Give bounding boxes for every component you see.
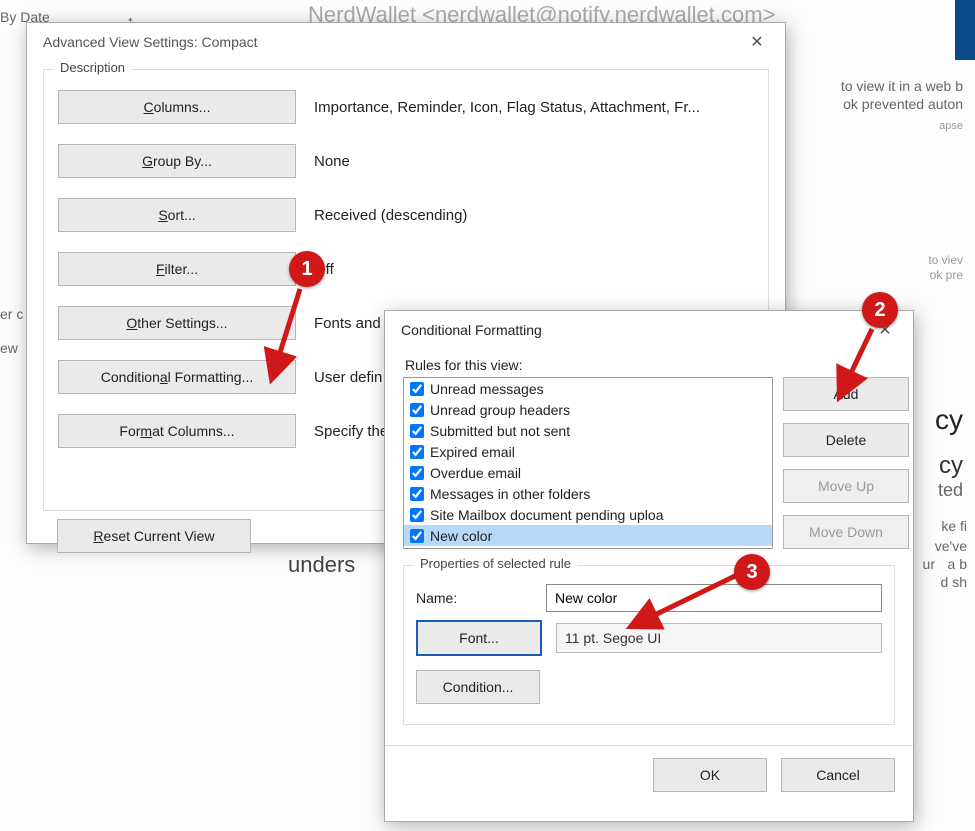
bg-text: ke fi xyxy=(941,518,967,534)
bg-text: ve've xyxy=(935,538,967,554)
font-button[interactable]: Font... xyxy=(416,620,542,656)
rule-label: Messages in other folders xyxy=(430,486,590,502)
conditional-formatting-button[interactable]: Conditional Formatting... xyxy=(58,360,296,394)
bg-text: d sh xyxy=(941,574,967,590)
condition-button[interactable]: Condition... xyxy=(416,670,540,704)
rule-checkbox[interactable] xyxy=(410,487,424,501)
rule-label: Unread messages xyxy=(430,381,544,397)
rules-list-label: Rules for this view: xyxy=(405,357,895,373)
rule-checkbox[interactable] xyxy=(410,403,424,417)
rule-checkbox[interactable] xyxy=(410,382,424,396)
move-down-button[interactable]: Move Down xyxy=(783,515,909,549)
rule-label: Expired email xyxy=(430,444,515,460)
rule-checkbox[interactable] xyxy=(410,466,424,480)
conditional-formatting-dialog: Conditional Formatting ✕ Rules for this … xyxy=(384,310,914,822)
bg-text: a b xyxy=(948,556,967,572)
dialog-titlebar: Advanced View Settings: Compact ✕ xyxy=(27,23,785,61)
rule-item[interactable]: New color xyxy=(404,525,772,546)
bg-text: to view it in a web b xyxy=(841,78,963,94)
bg-text: apse xyxy=(939,120,963,132)
group-by-desc: None xyxy=(296,153,754,170)
filter-desc: Off xyxy=(296,261,754,278)
cancel-button[interactable]: Cancel xyxy=(781,758,895,792)
rule-item[interactable]: Overdue email xyxy=(404,462,772,483)
bg-text: ok prevented auton xyxy=(843,96,963,112)
font-sample: 11 pt. Segoe UI xyxy=(556,623,882,653)
rule-label: Unread group headers xyxy=(430,402,570,418)
dialog-titlebar: Conditional Formatting ✕ xyxy=(385,311,913,349)
rule-item[interactable]: Expired email xyxy=(404,441,772,462)
name-label: Name: xyxy=(416,590,546,606)
properties-group: Properties of selected rule Name: Font..… xyxy=(403,565,895,725)
delete-button[interactable]: Delete xyxy=(783,423,909,457)
ok-button[interactable]: OK xyxy=(653,758,767,792)
rule-checkbox[interactable] xyxy=(410,445,424,459)
annotation-1: 1 xyxy=(289,251,325,287)
group-legend: Properties of selected rule xyxy=(414,556,577,571)
rule-item[interactable]: Site Mailbox document pending uploa xyxy=(404,504,772,525)
add-button[interactable]: Add xyxy=(783,377,909,411)
rule-label: New color xyxy=(430,528,492,544)
rule-item[interactable]: Unread group headers xyxy=(404,399,772,420)
filter-button[interactable]: Filter... xyxy=(58,252,296,286)
rule-checkbox[interactable] xyxy=(410,508,424,522)
sort-button[interactable]: Sort... xyxy=(58,198,296,232)
annotation-3: 3 xyxy=(734,554,770,590)
bg-text: ur xyxy=(923,556,935,572)
reset-current-view-button[interactable]: Reset Current View xyxy=(57,519,251,553)
sort-desc: Received (descending) xyxy=(296,207,754,224)
bg-text: ok pre xyxy=(930,268,963,282)
bg-text: to viev xyxy=(928,253,963,267)
rule-item[interactable]: Unread messages xyxy=(404,378,772,399)
bg-text: cy xyxy=(935,404,963,436)
annotation-2: 2 xyxy=(862,292,898,328)
bg-text: cy xyxy=(939,452,963,480)
move-up-button[interactable]: Move Up xyxy=(783,469,909,503)
close-icon[interactable]: ✕ xyxy=(737,27,777,57)
rules-listbox[interactable]: Unread messages Unread group headers Submi… xyxy=(403,377,773,549)
rule-label: Submitted but not sent xyxy=(430,423,570,439)
bg-text: er c xyxy=(0,306,23,322)
dialog-title: Conditional Formatting xyxy=(401,322,865,338)
other-settings-button[interactable]: Other Settings... xyxy=(58,306,296,340)
group-legend: Description xyxy=(54,60,131,75)
format-columns-button[interactable]: Format Columns... xyxy=(58,414,296,448)
group-by-button[interactable]: Group By... xyxy=(58,144,296,178)
blue-accent-strip xyxy=(955,0,975,60)
rule-label: Site Mailbox document pending uploa xyxy=(430,507,664,523)
rule-item[interactable]: Messages in other folders xyxy=(404,483,772,504)
rule-label: Overdue email xyxy=(430,465,521,481)
columns-desc: Importance, Reminder, Icon, Flag Status,… xyxy=(296,99,754,116)
rule-item[interactable]: Submitted but not sent xyxy=(404,420,772,441)
bg-text: ew xyxy=(0,340,18,356)
bg-text: ted xyxy=(938,480,963,501)
rule-checkbox[interactable] xyxy=(410,529,424,543)
dialog-title: Advanced View Settings: Compact xyxy=(43,34,737,50)
rule-checkbox[interactable] xyxy=(410,424,424,438)
rule-name-input[interactable] xyxy=(546,584,882,612)
columns-button[interactable]: Columns... xyxy=(58,90,296,124)
